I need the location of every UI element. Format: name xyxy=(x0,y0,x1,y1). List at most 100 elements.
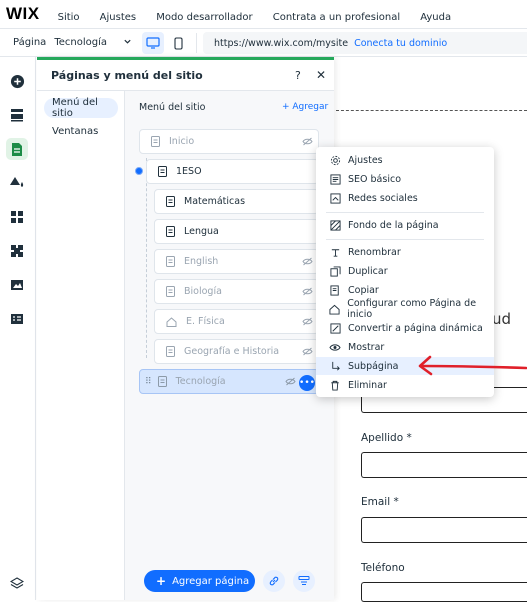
hidden-eye-icon[interactable] xyxy=(302,287,313,299)
connect-domain-link[interactable]: Conecta tu dominio xyxy=(354,38,447,49)
ctx-label: Mostrar xyxy=(348,341,385,353)
panel-subnav: Menú del sitio Ventanas xyxy=(37,91,125,600)
link-icon[interactable] xyxy=(263,570,285,592)
ctx-divider xyxy=(326,212,484,213)
expand-dot[interactable] xyxy=(135,167,143,175)
page-row-english[interactable]: English xyxy=(154,249,319,274)
more-actions-icon[interactable]: ••• xyxy=(299,375,315,391)
ctx-label: Fondo de la página xyxy=(348,219,439,231)
hidden-eye-icon[interactable] xyxy=(285,377,296,389)
page-icon xyxy=(166,286,175,297)
menu-ayuda[interactable]: Ayuda xyxy=(420,12,451,23)
page-row-tecnologia[interactable]: ⠿ Tecnología xyxy=(139,369,319,394)
page-icon xyxy=(166,346,175,357)
hidden-eye-icon[interactable] xyxy=(302,257,313,269)
ctx-social[interactable]: Redes sociales xyxy=(316,189,494,207)
form-input-telefono[interactable] xyxy=(361,582,527,602)
page-row-label: Lengua xyxy=(184,226,219,237)
hidden-eye-icon[interactable] xyxy=(302,317,313,329)
help-icon[interactable]: ? xyxy=(295,69,301,82)
ctx-seo[interactable]: SEO básico xyxy=(316,170,494,188)
ctx-label: Copiar xyxy=(348,284,379,296)
page-row-efisica[interactable]: E. Física xyxy=(154,309,319,334)
page-row-1eso[interactable]: 1ESO xyxy=(146,159,319,184)
menu-sitio[interactable]: Sitio xyxy=(58,12,80,23)
design-icon[interactable] xyxy=(6,172,28,194)
layers-icon[interactable] xyxy=(6,573,28,595)
site-url: https://www.wix.com/mysite xyxy=(214,37,349,49)
ctx-delete[interactable]: Eliminar xyxy=(316,376,494,394)
plus-icon: + xyxy=(156,574,167,588)
ctx-label: Ajustes xyxy=(348,154,383,166)
menu-ajustes[interactable]: Ajustes xyxy=(100,12,136,23)
hidden-eye-icon[interactable] xyxy=(302,137,313,149)
menu-contrata-profesional[interactable]: Contrata a un profesional xyxy=(273,12,400,23)
form-input-email[interactable] xyxy=(361,517,527,543)
ctx-label: Configurar como Página de inicio xyxy=(347,298,477,320)
apps-icon[interactable] xyxy=(6,206,28,228)
page-row-geografia[interactable]: Geografía e Historia xyxy=(154,339,319,364)
ctx-copy[interactable]: Copiar xyxy=(316,281,494,299)
ctx-show[interactable]: Mostrar xyxy=(316,338,494,356)
page-selector[interactable]: Tecnología xyxy=(54,37,132,49)
media-icon[interactable] xyxy=(6,274,28,296)
page-icon xyxy=(158,166,167,177)
trash-icon xyxy=(329,379,341,391)
page-icon xyxy=(166,256,175,267)
page-selector-value: Tecnología xyxy=(54,37,107,48)
editor-toolbar: Página Tecnología https://www.wix.com/my… xyxy=(0,29,527,57)
page-row-label: Matemáticas xyxy=(184,196,246,207)
desktop-view-icon[interactable] xyxy=(142,32,164,54)
ctx-duplicate[interactable]: Duplicar xyxy=(316,262,494,280)
business-apps-icon[interactable] xyxy=(6,240,28,262)
eye-icon xyxy=(329,341,341,353)
page-row-matematicas[interactable]: Matemáticas xyxy=(154,189,319,214)
add-section-icon[interactable] xyxy=(6,104,28,126)
dynamic-page-icon xyxy=(329,322,341,334)
ctx-dynamic[interactable]: Convertir a página dinámica xyxy=(316,319,494,337)
add-page-label: Agregar página xyxy=(172,575,250,587)
page-icon xyxy=(151,136,160,147)
add-link[interactable]: + Agregar xyxy=(282,102,328,112)
hidden-eye-icon[interactable] xyxy=(302,347,313,359)
ctx-label: Eliminar xyxy=(348,379,387,391)
tree-line xyxy=(146,158,147,358)
subpage-icon xyxy=(329,360,341,372)
top-menu: Sitio Ajustes Modo desarrollador Contrat… xyxy=(58,5,467,24)
site-url-bar: https://www.wix.com/mysite Conecta tu do… xyxy=(203,32,527,54)
menu-settings-icon[interactable] xyxy=(293,570,315,592)
page-icon xyxy=(166,226,175,237)
close-icon[interactable]: ✕ xyxy=(316,68,326,82)
copy-icon xyxy=(329,284,341,296)
page-row-inicio[interactable]: Inicio xyxy=(139,129,319,154)
menu-heading: Menú del sitio xyxy=(139,102,206,113)
ctx-background[interactable]: Fondo de la página xyxy=(316,216,494,234)
page-row-label: 1ESO xyxy=(176,166,202,177)
page-row-lengua[interactable]: Lengua xyxy=(154,219,319,244)
subnav-windows[interactable]: Ventanas xyxy=(44,121,118,141)
chevron-down-icon xyxy=(123,37,132,49)
add-page-button[interactable]: + Agregar página xyxy=(144,570,255,592)
pages-menu-icon[interactable] xyxy=(6,138,28,160)
ctx-set-home[interactable]: Configurar como Página de inicio xyxy=(316,298,494,320)
section-divider xyxy=(336,110,527,111)
gear-icon xyxy=(329,154,341,166)
menu-modo-desarrollador[interactable]: Modo desarrollador xyxy=(156,12,252,23)
page-row-label: Biología xyxy=(184,286,222,297)
page-row-biologia[interactable]: Biología xyxy=(154,279,319,304)
form-input-apellido[interactable] xyxy=(361,452,527,478)
ctx-rename[interactable]: Renombrar xyxy=(316,243,494,261)
background-icon xyxy=(329,219,341,231)
seo-icon xyxy=(329,173,341,185)
drag-handle-icon[interactable]: ⠿ xyxy=(145,377,152,387)
home-icon xyxy=(329,303,340,315)
ctx-ajustes[interactable]: Ajustes xyxy=(316,151,494,169)
mobile-view-icon[interactable] xyxy=(167,32,189,54)
cms-icon[interactable] xyxy=(6,308,28,330)
form-label-email: Email * xyxy=(361,496,399,508)
add-elements-icon[interactable] xyxy=(6,70,28,92)
duplicate-icon xyxy=(329,265,341,277)
subnav-site-menu[interactable]: Menú del sitio xyxy=(44,97,118,119)
form-label-apellido: Apellido * xyxy=(361,432,412,444)
wix-logo[interactable]: WIX xyxy=(6,4,40,24)
